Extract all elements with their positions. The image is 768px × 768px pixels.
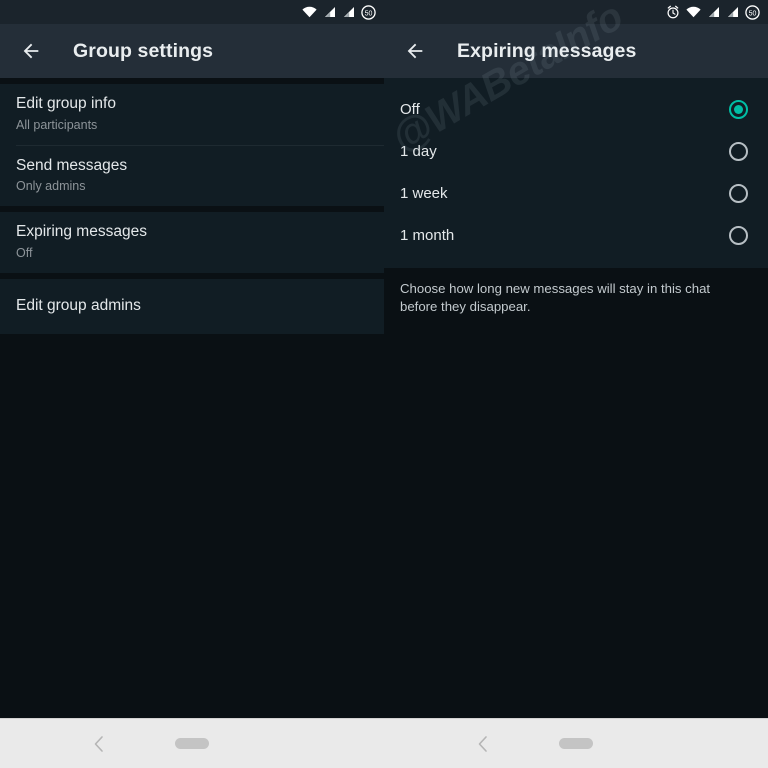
page-title: Group settings [73, 39, 214, 62]
list-item-title: Expiring messages [16, 223, 147, 241]
home-pill-indicator[interactable] [559, 738, 593, 749]
radio-button-selected[interactable] [729, 99, 748, 119]
radio-option-1-day[interactable]: 1 day [384, 130, 768, 172]
radio-button[interactable] [729, 183, 748, 203]
alarm-icon [666, 5, 680, 19]
radio-button[interactable] [729, 141, 748, 161]
list-item-subtitle: Only admins [16, 179, 86, 194]
list-item-title: Edit group info [16, 95, 116, 112]
radio-option-label: Off [400, 100, 420, 118]
left-app-bar: Group settings [0, 24, 384, 78]
battery-icon: 50 [361, 4, 376, 20]
radio-option-label: 1 week [400, 184, 448, 202]
screenshot-root: 50 Group settings @WABetaInfo Edit group… [0, 0, 768, 768]
signal-icon [342, 6, 355, 18]
radio-option-1-week[interactable]: 1 week [384, 172, 768, 214]
radio-option-label: 1 day [400, 142, 437, 160]
list-item-expiring-messages[interactable]: Expiring messages Off [0, 212, 384, 273]
list-item-edit-group-admins[interactable]: Edit group admins [0, 279, 384, 335]
left-panel-group-settings: 50 Group settings @WABetaInfo Edit group… [0, 0, 384, 718]
description-text: Choose how long new messages will stay i… [384, 268, 768, 326]
wifi-icon [686, 6, 701, 18]
battery-level-text: 50 [365, 10, 373, 17]
dual-panel-container: 50 Group settings @WABetaInfo Edit group… [0, 0, 768, 718]
list-item-subtitle: Off [16, 245, 33, 260]
home-pill-indicator[interactable] [175, 738, 209, 749]
radio-group-card: Off 1 day 1 week 1 month [384, 78, 768, 268]
right-status-bar: 50 [384, 0, 768, 24]
card-bottom-padding [384, 256, 768, 268]
list-item-title: Send messages [16, 156, 128, 174]
right-panel-expiring-messages: 50 Expiring messages @WABetaInfo @WABeta… [384, 0, 768, 718]
nav-bar-right [384, 719, 768, 768]
card-top-padding [384, 78, 768, 88]
list-item-edit-group-info[interactable]: Edit group info All participants [0, 84, 384, 145]
chevron-back-icon[interactable] [472, 733, 494, 755]
signal-icon [323, 6, 336, 18]
radio-option-off[interactable]: Off [384, 88, 768, 130]
wifi-icon [302, 6, 317, 18]
battery-level-text: 50 [749, 10, 757, 17]
settings-group-permissions: Edit group info All participants Send me… [0, 84, 384, 207]
nav-bar-left [0, 719, 384, 768]
system-navigation-bar [0, 718, 768, 768]
settings-group-expiring: Expiring messages Off [0, 212, 384, 273]
arrow-back-icon[interactable] [400, 36, 430, 66]
expiring-options-list: Off 1 day 1 week 1 month Choose how long… [384, 78, 768, 326]
signal-icon [707, 6, 720, 18]
battery-icon: 50 [745, 4, 760, 20]
radio-option-1-month[interactable]: 1 month [384, 214, 768, 256]
left-status-bar: 50 [0, 0, 384, 24]
radio-button[interactable] [729, 225, 748, 245]
list-item-subtitle: All participants [16, 117, 98, 132]
signal-icon [726, 6, 739, 18]
list-item-send-messages[interactable]: Send messages Only admins [0, 146, 384, 207]
list-item-title: Edit group admins [16, 296, 141, 314]
arrow-back-icon[interactable] [16, 36, 46, 66]
chevron-back-icon[interactable] [88, 733, 110, 755]
right-app-bar: Expiring messages [384, 24, 768, 78]
radio-option-label: 1 month [400, 226, 455, 244]
left-settings-list: Edit group info All participants Send me… [0, 78, 384, 335]
settings-group-admins: Edit group admins [0, 278, 384, 335]
page-title: Expiring messages [457, 39, 637, 62]
